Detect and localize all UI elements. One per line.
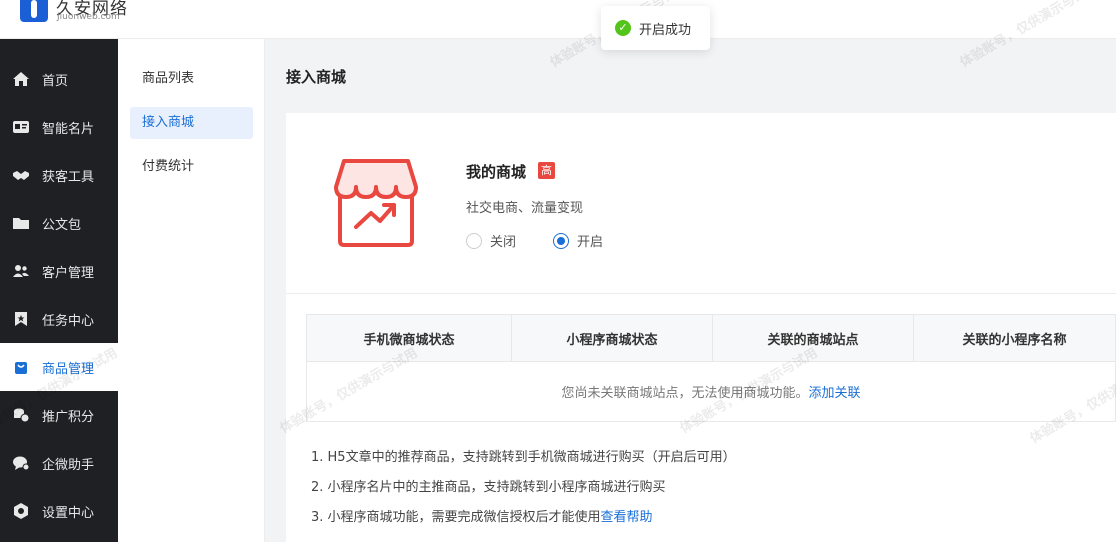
top-bar: 久安网络 Jiuonweb.com [0,0,1116,39]
sidebar-item-label: 推广积分 [42,409,95,425]
note-item: 2. 小程序名片中的主推商品，支持跳转到小程序商城进行购买 [311,480,666,495]
sidebar-item-label: 首页 [42,73,69,89]
empty-text: 您尚未关联商城站点，无法使用商城功能。 [561,386,809,401]
page-title: 接入商城 [286,68,347,86]
logo-icon[interactable] [20,0,48,22]
radio-off-label: 关闭 [490,235,517,250]
level-badge: 高 [538,162,555,179]
table-header-cell: 手机微商城状态 [307,315,512,361]
logo-subtitle: Jiuonweb.com [57,12,120,22]
store-description: 社交电商、流量变现 [466,201,584,216]
sidebar-item-label: 任务中心 [42,313,95,329]
notes-list: 1. H5文章中的推荐商品，支持跳转到手机微商城进行购买（开启后可用） 2. 小… [311,443,736,533]
note-item: 1. H5文章中的推荐商品，支持跳转到手机微商城进行购买（开启后可用） [311,450,736,465]
sidebar-item-tasks[interactable]: 任务中心 [0,295,118,343]
note-item: 3. 小程序商城功能，需要完成微信授权后才能使用查看帮助 [311,510,653,525]
sidebar-item-card[interactable]: 智能名片 [0,103,118,151]
sidebar-item-products[interactable]: 商品管理 [0,343,118,391]
radio-on[interactable]: 开启 [553,231,603,250]
success-toast: ✓ 开启成功 [601,6,710,50]
home-icon [12,70,30,88]
table-empty-row: 您尚未关联商城站点，无法使用商城功能。 添加关联 [306,362,1116,422]
submenu-item-product-list[interactable]: 商品列表 [130,63,253,95]
radio-off[interactable]: 关闭 [466,231,516,250]
radio-on-label: 开启 [577,235,604,250]
check-circle-icon: ✓ [615,20,631,36]
radio-circle[interactable] [466,232,482,249]
card-icon [12,118,30,136]
sidebar-item-tools[interactable]: 获客工具 [0,151,118,199]
sidebar-item-customers[interactable]: 客户管理 [0,247,118,295]
coins-icon [12,406,30,424]
submenu: 商品列表 接入商城 付费统计 [118,39,265,542]
sidebar-item-points[interactable]: 推广积分 [0,391,118,439]
table-header-cell: 关联的小程序名称 [962,332,1067,348]
sidebar-item-label: 智能名片 [42,121,95,137]
sidebar-item-wecom[interactable]: 企微助手 [0,439,118,487]
table-header-cell: 小程序商城状态 [512,315,713,361]
sidebar-item-label: 设置中心 [42,505,95,521]
sidebar-item-home[interactable]: 首页 [0,55,118,103]
divider [286,293,1116,294]
submenu-item-store-access[interactable]: 接入商城 [130,107,253,139]
handshake-icon [12,166,30,184]
sidebar: 首页 智能名片 获客工具 公文包 客户管理 任务中心 商品管理 推广积分 企微助… [0,39,118,542]
store-card: 我的商城 高 社交电商、流量变现 关闭 开启 手机微商城状态 小程序商城状态 关… [286,113,1116,542]
users-icon [12,262,30,280]
sidebar-item-label: 企微助手 [42,457,95,473]
sidebar-item-settings[interactable]: 设置中心 [0,487,118,535]
sidebar-item-label: 客户管理 [42,265,95,281]
store-icon [334,159,418,247]
shopping-bag-icon [12,358,30,376]
submenu-item-payment-stats[interactable]: 付费统计 [130,151,253,183]
sidebar-item-label: 公文包 [42,217,82,233]
table-header: 手机微商城状态 小程序商城状态 关联的商城站点 关联的小程序名称 [306,314,1116,362]
bookmark-icon [12,310,30,328]
chat-icon [12,454,30,472]
store-name: 我的商城 [466,163,527,181]
add-link-button[interactable]: 添加关联 [809,382,861,401]
sidebar-item-label: 获客工具 [42,169,95,185]
view-help-link[interactable]: 查看帮助 [601,510,653,525]
sidebar-item-label: 商品管理 [42,361,95,377]
settings-icon [12,502,30,520]
folder-icon [12,214,30,232]
store-table: 手机微商城状态 小程序商城状态 关联的商城站点 关联的小程序名称 您尚未关联商城… [306,314,1116,422]
radio-circle[interactable] [553,232,569,249]
toast-message: 开启成功 [639,22,692,38]
table-header-cell: 关联的商城站点 [713,315,914,361]
sidebar-item-briefcase[interactable]: 公文包 [0,199,118,247]
